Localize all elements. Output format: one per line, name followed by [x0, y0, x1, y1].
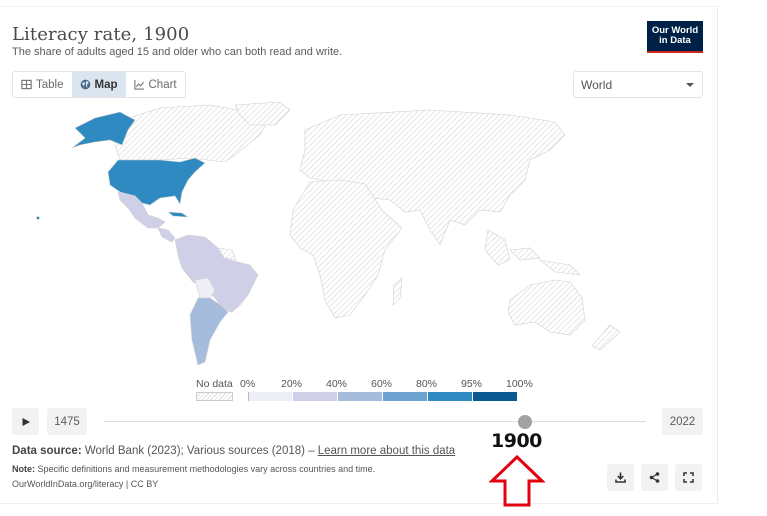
legend-no-data-label: No data	[196, 378, 233, 390]
learn-more-link[interactable]: Learn more about this data	[318, 445, 455, 457]
region-argentina-chile[interactable]	[189, 297, 229, 366]
region-selector-value: World	[581, 77, 613, 92]
region-selector[interactable]: World	[573, 71, 703, 98]
tab-chart-label: Chart	[148, 78, 177, 91]
legend-bin[interactable]	[383, 392, 428, 401]
year-callout-label: 1900	[491, 430, 542, 452]
chart-subtitle: The share of adults aged 15 and older wh…	[12, 46, 343, 58]
chart-title: Literacy rate, 1900	[12, 24, 190, 45]
note: Note: Specific definitions and measureme…	[12, 464, 375, 474]
timeline-start-year[interactable]: 1475	[47, 408, 87, 435]
legend-bin[interactable]	[473, 392, 518, 401]
legend-tick-label: 20%	[281, 378, 303, 390]
region-cuba[interactable]	[167, 211, 190, 218]
table-icon	[21, 79, 32, 90]
legend-bin[interactable]	[248, 392, 293, 401]
view-tabs: Table Map Chart	[12, 71, 186, 98]
data-source: Data source: World Bank (2023); Various …	[12, 445, 455, 457]
note-text: Specific definitions and measurement met…	[35, 464, 376, 474]
chevron-down-icon	[686, 82, 694, 87]
data-source-label: Data source:	[12, 445, 82, 457]
tab-chart[interactable]: Chart	[126, 72, 185, 97]
legend-tick-label: 0%	[240, 378, 256, 390]
timeline-end-year[interactable]: 2022	[662, 408, 703, 435]
legend-bin[interactable]	[428, 392, 473, 401]
owid-logo[interactable]: Our World in Data	[647, 21, 703, 53]
fullscreen-button[interactable]	[675, 464, 702, 491]
legend-tick-label: 95%	[461, 378, 483, 390]
line-chart-icon	[133, 79, 144, 90]
region-hawaii[interactable]	[36, 216, 40, 220]
region-madagascar[interactable]	[392, 277, 403, 306]
download-icon	[615, 472, 626, 483]
legend-tick-label: 100%	[506, 378, 533, 390]
logo-line-2: in Data	[659, 35, 691, 46]
region-australia[interactable]	[507, 279, 586, 336]
region-africa[interactable]	[289, 179, 403, 319]
region-southeast-asia[interactable]	[484, 229, 581, 276]
legend-tick-label: 60%	[371, 378, 393, 390]
legend-bin[interactable]	[338, 392, 383, 401]
tab-table-label: Table	[36, 78, 64, 91]
tab-map-label: Map	[94, 78, 118, 91]
legend-tick-label: 40%	[326, 378, 348, 390]
fullscreen-icon	[683, 472, 694, 483]
region-northern-south-america[interactable]	[174, 234, 259, 313]
download-button[interactable]	[607, 464, 634, 491]
region-central-america[interactable]	[157, 227, 176, 243]
globe-icon	[80, 79, 90, 90]
tab-table[interactable]: Table	[13, 72, 72, 97]
legend-no-data-swatch[interactable]	[196, 392, 233, 401]
play-icon	[22, 417, 30, 426]
share-button[interactable]	[641, 464, 668, 491]
share-icon	[649, 472, 660, 483]
timeline-track[interactable]	[104, 421, 646, 422]
region-new-zealand[interactable]	[591, 324, 621, 351]
legend-bin[interactable]	[293, 392, 338, 401]
tab-map[interactable]: Map	[71, 72, 126, 97]
play-button[interactable]	[12, 408, 39, 435]
note-label: Note:	[12, 464, 35, 474]
legend-tick-label: 80%	[416, 378, 438, 390]
up-arrow-icon	[489, 455, 545, 507]
data-source-text: World Bank (2023); Various sources (2018…	[81, 445, 318, 457]
source-url[interactable]: OurWorldInData.org/literacy | CC BY	[12, 479, 158, 489]
world-map	[36, 101, 621, 366]
